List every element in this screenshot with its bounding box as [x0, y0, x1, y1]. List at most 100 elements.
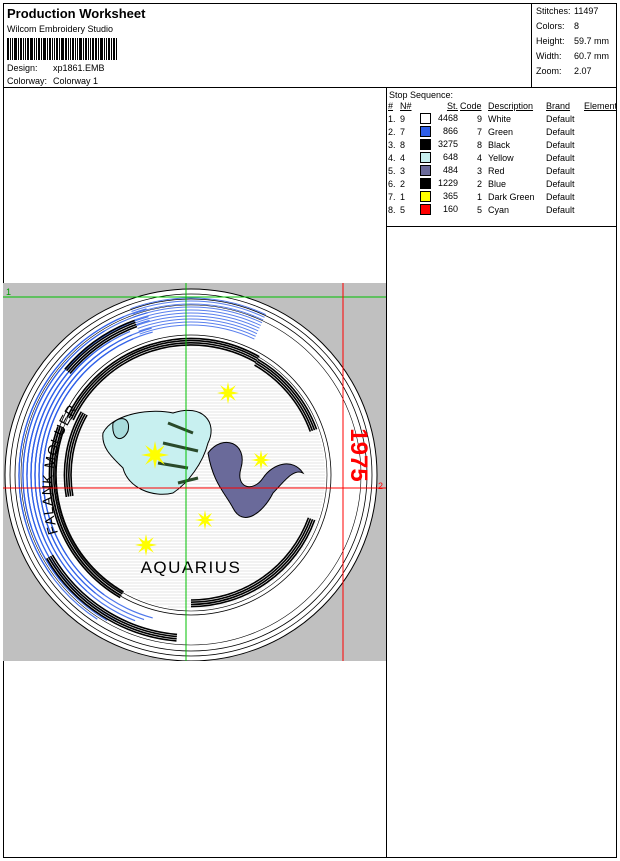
barcode-bar — [43, 38, 46, 60]
barcode-bar — [61, 38, 64, 60]
barcode-bar — [106, 38, 107, 60]
stop-element — [582, 177, 617, 190]
color-swatch — [420, 165, 431, 176]
height-label: Height: — [536, 36, 565, 46]
height-value: 59.7 mm — [574, 36, 610, 46]
stop-brand: Default — [546, 165, 575, 176]
col-index: # — [388, 101, 394, 111]
barcode-bar — [54, 38, 55, 60]
barcode-bar — [30, 38, 33, 60]
barcode-bar — [49, 38, 51, 60]
star-icon — [141, 441, 169, 469]
design-label: Design: — [7, 63, 38, 73]
stop-brand: Default — [546, 139, 575, 150]
barcode-bar — [47, 38, 48, 60]
barcode-bar — [23, 38, 24, 60]
stop-code: 2 — [476, 178, 482, 189]
barcode-bar — [14, 38, 17, 60]
stop-description: Green — [488, 126, 514, 137]
barcode-bar — [25, 38, 26, 60]
stop-brand: Default — [546, 126, 575, 137]
barcode-bar — [36, 38, 37, 60]
stop-needle: 8 — [400, 139, 406, 150]
stop-index: 8. — [388, 204, 396, 215]
barcode-bar — [111, 38, 112, 60]
barcode-bar — [100, 38, 103, 60]
barcode-bar — [116, 38, 117, 60]
stop-code: 4 — [476, 152, 482, 163]
marker-1: 1 — [6, 287, 11, 297]
stop-stitches: 365 — [418, 190, 458, 203]
stop-stitches: 648 — [418, 151, 458, 164]
barcode-bar — [95, 38, 97, 60]
stitches-label: Stitches: — [536, 6, 571, 16]
barcode-bar — [113, 38, 115, 60]
stop-needle: 1 — [400, 191, 406, 202]
barcode-bar — [83, 38, 84, 60]
barcode-bar — [72, 38, 74, 60]
stop-element — [582, 138, 617, 151]
stop-stitches: 4468 — [418, 112, 458, 125]
stop-stitches: 484 — [418, 164, 458, 177]
colors-label: Colors: — [536, 21, 565, 31]
stop-description: White — [488, 113, 512, 124]
stop-row: 5. 3 484 3 Red Default — [386, 164, 617, 177]
stop-code: 8 — [476, 139, 482, 150]
barcode-bar — [7, 38, 9, 60]
stop-element — [582, 125, 617, 138]
barcode — [7, 38, 137, 60]
barcode-bar — [12, 38, 13, 60]
stop-needle: 7 — [400, 126, 406, 137]
design-preview: AQUARIUS FALANK MOLUER 1975 1 2 — [3, 283, 386, 661]
barcode-bar — [10, 38, 11, 60]
color-swatch — [420, 204, 431, 215]
barcode-bar — [79, 38, 82, 60]
stop-brand: Default — [546, 204, 575, 215]
stop-stitch-count: 648 — [442, 152, 458, 162]
star-icon — [217, 382, 239, 404]
color-swatch — [420, 191, 431, 202]
barcode-bar — [98, 38, 99, 60]
color-swatch — [420, 152, 431, 163]
col-element: Element — [584, 101, 618, 111]
stop-code: 5 — [476, 204, 482, 215]
stop-stitches: 3275 — [418, 138, 458, 151]
barcode-bar — [34, 38, 35, 60]
stop-stitches: 160 — [418, 203, 458, 216]
barcode-bar — [77, 38, 78, 60]
stop-stitch-count: 4468 — [437, 113, 458, 123]
stop-brand: Default — [546, 178, 575, 189]
barcode-bar — [90, 38, 91, 60]
stop-row: 7. 1 365 1 Dark Green Default — [386, 190, 617, 203]
stop-index: 2. — [388, 126, 396, 137]
barcode-bar — [75, 38, 76, 60]
stop-brand: Default — [546, 191, 575, 202]
barcode-bar — [20, 38, 22, 60]
stop-row: 3. 8 3275 8 Black Default — [386, 138, 617, 151]
stop-row: 6. 2 1229 2 Blue Default — [386, 177, 617, 190]
barcode-bar — [92, 38, 94, 60]
worksheet-header: Production Worksheet Wilcom Embroidery S… — [3, 3, 617, 88]
stop-needle: 9 — [400, 113, 406, 124]
col-description: Description — [488, 101, 534, 111]
stop-description: Dark Green — [488, 191, 535, 202]
stop-needle: 4 — [400, 152, 406, 163]
stop-stitch-count: 365 — [442, 191, 458, 201]
stop-code: 7 — [476, 126, 482, 137]
stop-row: 8. 5 160 5 Cyan Default — [386, 203, 617, 216]
stop-stitch-count: 160 — [442, 204, 458, 214]
col-stitches: St. — [446, 101, 458, 111]
barcode-bar — [59, 38, 60, 60]
barcode-bar — [18, 38, 19, 60]
star-icon — [251, 450, 271, 470]
stop-stitch-count: 866 — [442, 126, 458, 136]
color-swatch — [420, 139, 431, 150]
barcode-bar — [104, 38, 105, 60]
stop-sequence-header: # N# St. Code Description Brand Element — [386, 100, 617, 112]
barcode-bar — [41, 38, 42, 60]
stop-row: 4. 4 648 4 Yellow Default — [386, 151, 617, 164]
col-brand: Brand — [546, 101, 571, 111]
color-swatch — [420, 178, 431, 189]
barcode-bar — [85, 38, 87, 60]
stop-element — [582, 190, 617, 203]
